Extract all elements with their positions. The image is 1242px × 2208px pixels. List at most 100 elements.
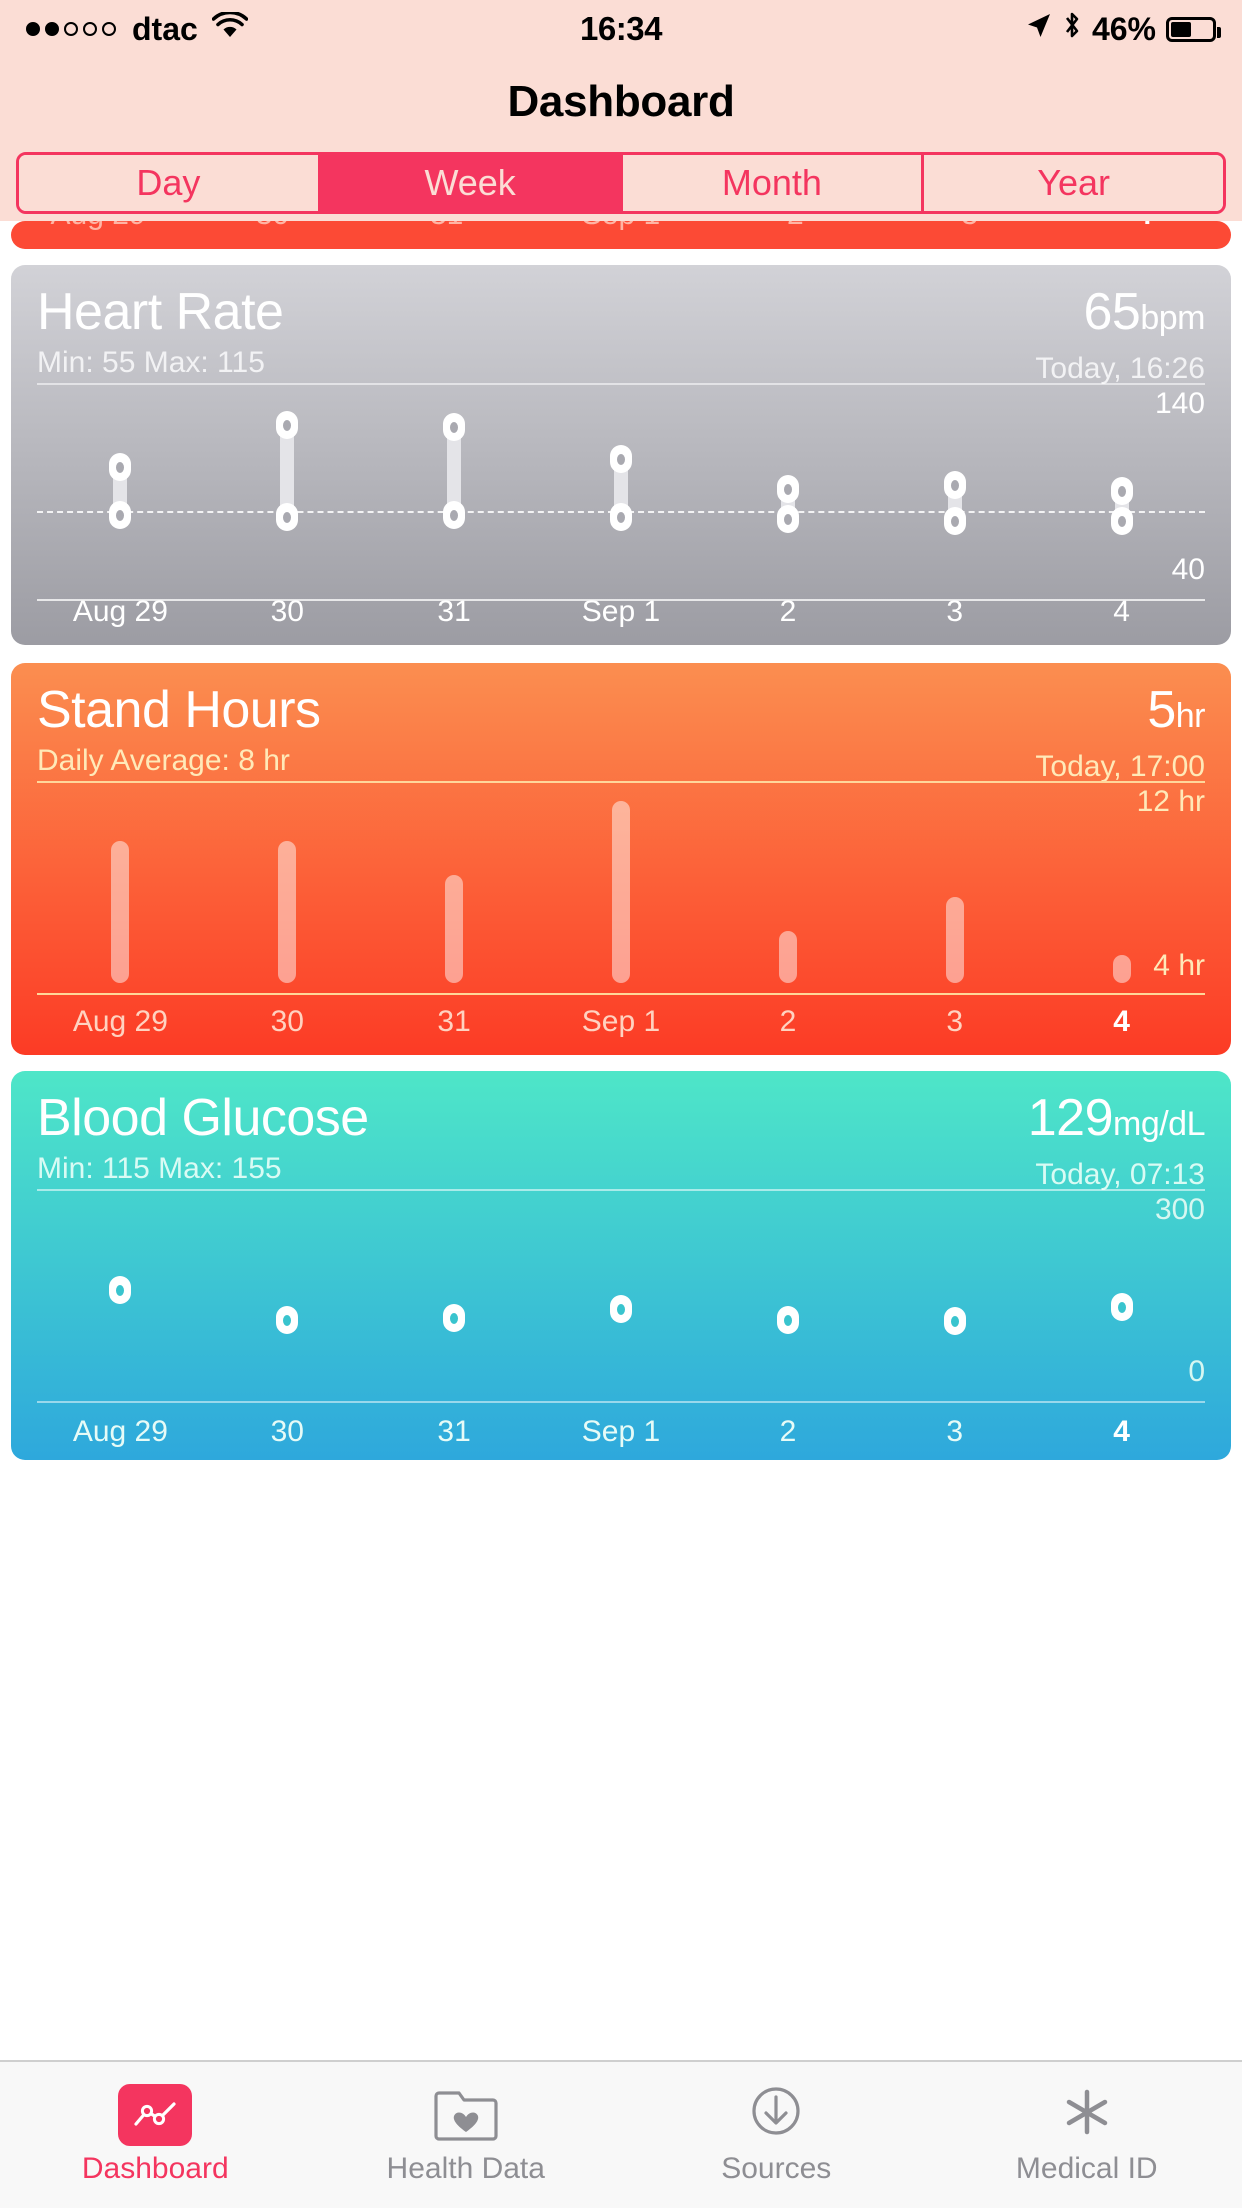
x-tick: 31 [437,1415,471,1448]
x-tick: 31 [430,221,463,232]
x-tick: 30 [270,1005,304,1038]
medical-star-icon [1050,2084,1124,2146]
battery-icon [1166,16,1221,42]
heart-rate-title: Heart Rate [37,283,284,341]
heart-rate-y-min-label: 40 [1171,553,1205,586]
tab-bar: Dashboard Health Data Sources Medical ID [0,2060,1242,2208]
x-tick: Aug 29 [72,1005,168,1038]
tab-sources-label: Sources [721,2152,832,2185]
tab-sources[interactable]: Sources [621,2062,932,2208]
blood-glucose-value: 129 [1027,1089,1114,1147]
heart-rate-latest: 65bpm Today, 16:26 [1035,283,1205,389]
x-tick: 2 [787,221,804,232]
blood-glucose-point [276,1306,299,1334]
dashboard-scroll-area[interactable]: Aug 29 30 31 Sep 1 2 3 4 Heart Rate Min:… [0,221,1242,1460]
range-cap-max-icon [610,445,632,473]
range-cap-min-icon [610,503,632,531]
download-arrow-icon [739,2084,813,2146]
x-tick: Aug 29 [72,1415,168,1448]
stand-hours-bar [278,841,297,983]
tab-dashboard[interactable]: Dashboard [0,2062,311,2208]
segment-year[interactable]: Year [924,155,1223,211]
tab-medical-id[interactable]: Medical ID [932,2062,1242,2208]
heart-rate-range-bar [776,475,799,533]
stand-hours-y-min-label: 4 hr [1153,949,1205,982]
stand-hours-title: Stand Hours [37,681,321,739]
stand-hours-bar [945,897,964,983]
segment-month[interactable]: Month [622,155,925,211]
heart-rate-minmax: Min: 55 Max: 115 [37,346,265,379]
x-tick: 30 [256,221,289,232]
segment-day[interactable]: Day [19,155,321,211]
x-tick: 3 [946,1415,964,1448]
heart-rate-plot: 140 40 [37,387,1205,601]
x-tick-today: 4 [1136,221,1153,232]
x-tick-today: 4 [1113,595,1130,628]
heart-rate-value: 65 [1083,283,1141,341]
page-title: Dashboard [507,76,735,126]
blood-glucose-point [776,1306,799,1334]
stand-hours-value: 5 [1147,681,1176,739]
x-tick: 30 [270,595,304,628]
tab-dashboard-label: Dashboard [81,2152,229,2185]
heart-rate-value-row: 65bpm [1035,283,1206,347]
range-cap-min-icon [109,501,132,529]
x-tick: 3 [946,1005,964,1038]
stand-hours-plot: 12 hr 4 hr [37,785,1205,995]
card-blood-glucose[interactable]: Blood Glucose Min: 115 Max: 155 129mg/dL… [11,1071,1231,1460]
heart-rate-range-bar [610,445,632,531]
stand-hours-divider [37,781,1205,783]
card-partial-top[interactable]: Aug 29 30 31 Sep 1 2 3 4 [11,221,1231,249]
range-cap-min-icon [276,503,299,531]
folder-heart-icon [429,2084,503,2146]
tab-health-data[interactable]: Health Data [311,2062,622,2208]
x-axis-blood-glucose: Aug 29 30 31 Sep 1 2 3 4 [37,1415,1205,1459]
tab-medical-id-label: Medical ID [1015,2152,1158,2185]
blood-glucose-y-max-label: 300 [1154,1193,1205,1226]
range-cap-max-icon [1110,477,1133,505]
stand-hours-bar [111,841,130,983]
stand-hours-average: Daily Average: 8 hr [37,744,290,777]
range-cap-min-icon [1110,507,1133,535]
status-bar-right: 46% [621,10,1221,48]
card-stand-hours[interactable]: Stand Hours Daily Average: 8 hr 5hr Toda… [11,663,1231,1055]
blood-glucose-baseline [37,1401,1205,1403]
heart-rate-unit: bpm [1140,299,1205,337]
time-range-segmented-control[interactable]: Day Week Month Year [16,152,1226,214]
blood-glucose-point [443,1304,466,1332]
blood-glucose-header: Blood Glucose Min: 115 Max: 155 129mg/dL… [11,1071,1231,1191]
range-cap-max-icon [943,471,966,499]
x-axis-heart-rate: Aug 29 30 31 Sep 1 2 3 4 [37,595,1205,639]
x-tick: Sep 1 [581,595,661,628]
nav-bar: Dashboard [0,58,1242,145]
range-cap-min-icon [943,507,966,535]
x-tick: 31 [437,595,471,628]
range-cap-min-icon [776,505,799,533]
segment-week[interactable]: Week [320,155,623,211]
range-cap-max-icon [109,453,132,481]
x-axis-top-partial: Aug 29 30 31 Sep 1 2 3 4 [11,221,1231,248]
heart-rate-range-bar [1110,477,1133,535]
stand-hours-unit: hr [1175,697,1206,735]
x-tick: 3 [961,221,978,232]
stand-hours-latest: 5hr Today, 17:00 [1035,681,1205,787]
heart-rate-range-bar [109,453,132,529]
stand-hours-header: Stand Hours Daily Average: 8 hr 5hr Toda… [11,663,1231,783]
blood-glucose-point [610,1295,632,1323]
range-cap-max-icon [776,475,799,503]
heart-rate-y-max-label: 140 [1154,387,1205,420]
blood-glucose-latest: 129mg/dL Today, 07:13 [1027,1089,1206,1195]
blood-glucose-y-min-label: 0 [1188,1355,1205,1388]
bluetooth-icon [1062,10,1082,48]
x-tick: Aug 29 [51,221,146,232]
range-cap-min-icon [443,501,466,529]
x-tick: 3 [946,595,964,628]
blood-glucose-point [943,1307,966,1335]
blood-glucose-value-row: 129mg/dL [1027,1089,1206,1153]
x-tick: Aug 29 [72,595,168,628]
blood-glucose-divider [37,1189,1205,1191]
x-tick: Sep 1 [582,221,660,232]
card-heart-rate[interactable]: Heart Rate Min: 55 Max: 115 65bpm Today,… [11,265,1231,645]
x-tick: 30 [270,1415,304,1448]
segmented-control-container: Day Week Month Year [0,145,1242,221]
